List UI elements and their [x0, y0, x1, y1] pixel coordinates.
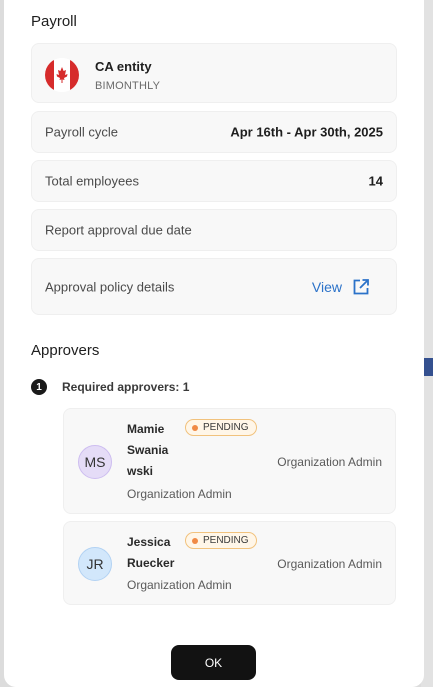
approver-name: Jessica Ruecker [127, 532, 174, 574]
avatar: JR [78, 547, 112, 581]
approver-name-line: Swania [127, 443, 169, 457]
approver-name-line: wski [127, 464, 154, 478]
approver-name-line: Mamie [127, 422, 165, 436]
required-approvers-label: Required approvers: 1 [62, 380, 190, 394]
payroll-cycle-label: Payroll cycle [45, 124, 118, 140]
ok-button[interactable]: OK [171, 645, 256, 680]
approver-role-right: Organization Admin [277, 557, 382, 571]
approvers-section-title: Approvers [31, 342, 100, 359]
status-label: PENDING [203, 535, 249, 546]
payroll-cycle-value: Apr 16th - Apr 30th, 2025 [230, 124, 383, 140]
approver-role: Organization Admin [127, 487, 232, 501]
approver-role: Organization Admin [127, 578, 232, 592]
total-employees-row: Total employees 14 [31, 160, 397, 202]
step-number-badge: 1 [31, 379, 47, 395]
approver-name: Mamie Swania wski [127, 419, 168, 482]
approval-policy-row: Approval policy details View [31, 258, 397, 315]
payroll-approval-modal: Payroll CA entity BIMONTHLY Payroll cycl… [4, 0, 424, 687]
total-employees-value: 14 [368, 173, 383, 189]
canada-flag-icon [45, 58, 79, 92]
status-dot-icon [192, 424, 198, 431]
approver-name-line: Jessica [127, 535, 171, 549]
entity-card: CA entity BIMONTHLY [31, 43, 397, 103]
approver-card: JR Jessica Ruecker PENDING Organization … [63, 521, 396, 605]
avatar: MS [78, 445, 112, 479]
report-due-date-row: Report approval due date [31, 209, 397, 251]
required-approvers-row: 1 Required approvers: 1 [31, 379, 189, 395]
background-accent-bar [423, 358, 433, 376]
status-badge: PENDING [185, 419, 257, 436]
status-dot-icon [192, 537, 198, 544]
status-badge: PENDING [185, 532, 257, 549]
external-link-icon [353, 278, 369, 294]
payroll-section-title: Payroll [31, 13, 77, 30]
total-employees-label: Total employees [45, 173, 139, 189]
approver-name-line: Ruecker [127, 556, 175, 570]
entity-frequency: BIMONTHLY [95, 80, 161, 92]
approver-card: MS Mamie Swania wski PENDING Organizatio… [63, 408, 396, 514]
approver-role-right: Organization Admin [277, 455, 382, 469]
status-label: PENDING [203, 422, 249, 433]
approval-policy-label: Approval policy details [45, 279, 175, 294]
payroll-cycle-row: Payroll cycle Apr 16th - Apr 30th, 2025 [31, 111, 397, 153]
report-due-date-label: Report approval due date [45, 222, 192, 238]
entity-name: CA entity [95, 59, 152, 74]
view-policy-link[interactable]: View [312, 278, 370, 296]
view-link-label: View [311, 278, 342, 295]
